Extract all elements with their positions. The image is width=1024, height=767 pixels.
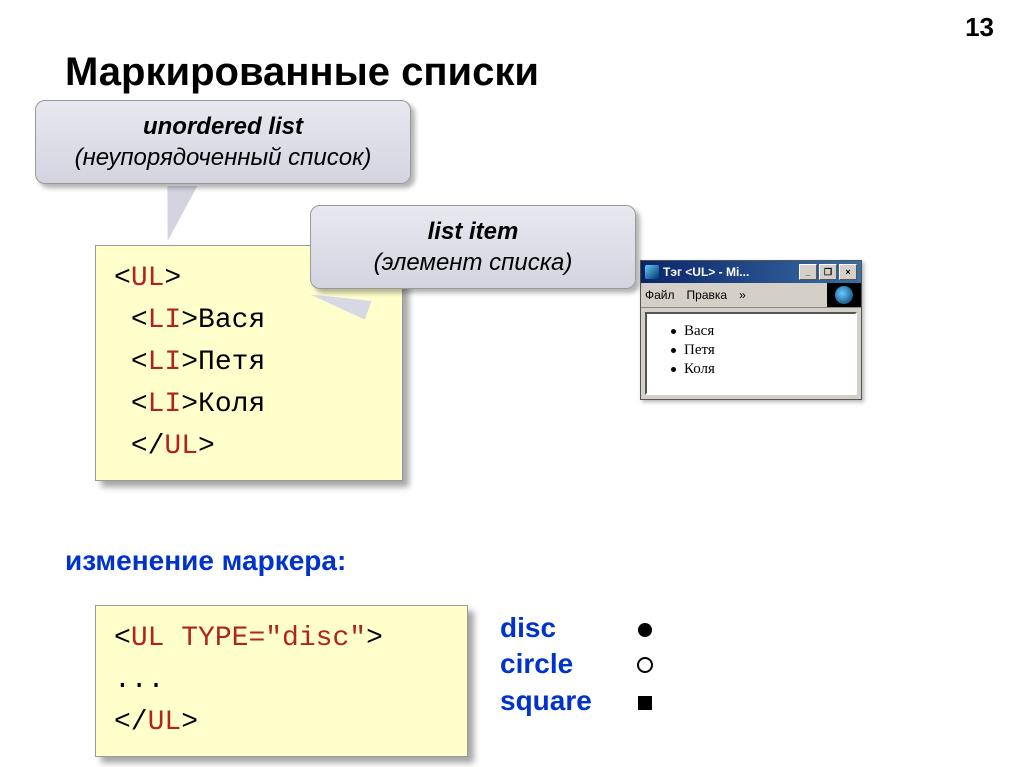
window-titlebar: Тэг <UL> - Mi... _ ❐ × [641,261,861,283]
marker-label: disc [500,610,630,646]
code-line: ... [114,660,449,702]
space [164,623,181,654]
tag-name: UL [148,707,182,738]
angle-bracket: < [114,623,131,654]
circle-icon [630,646,660,682]
angle-bracket: > [366,623,383,654]
callout-term: unordered list [58,111,388,142]
angle-bracket: > [181,305,198,336]
subheader: изменение маркера: [65,545,346,577]
menu-edit[interactable]: Правка [687,288,728,302]
angle-bracket: < [131,347,148,378]
angle-bracket: </ [114,707,148,738]
angle-bracket: < [114,263,131,294]
code-line: <UL TYPE="disc"> [114,618,449,660]
marker-row-circle: circle [500,646,660,682]
code-text: Коля [198,389,265,420]
callout-term: list item [333,216,613,247]
list-item-text: Вася [684,323,714,340]
tag-name: UL [164,431,198,462]
code-line: <LI>Коля [114,384,384,426]
square-icon [630,683,660,719]
browser-window: Тэг <UL> - Mi... _ ❐ × Файл Правка » Вас… [640,260,862,400]
callout-translation: (неупорядоченный список) [58,142,388,173]
marker-label: square [500,683,630,719]
code-line: </UL> [114,426,384,468]
bullet-icon [671,348,676,353]
code-line: </UL> [114,702,449,744]
angle-bracket: > [198,431,215,462]
callout-tail [153,186,198,241]
minimize-button[interactable]: _ [799,264,817,280]
angle-bracket: > [181,389,198,420]
code-sample-type: <UL TYPE="disc"> ... </UL> [95,605,468,757]
tag-name: LI [148,305,182,336]
marker-types: disc circle square [500,610,660,719]
callout-unordered-list: unordered list (неупорядоченный список) [35,100,411,184]
angle-bracket: > [181,347,198,378]
tag-name: LI [148,347,182,378]
window-menubar: Файл Правка » [641,283,861,308]
menu-more[interactable]: » [739,288,746,302]
angle-bracket: < [131,305,148,336]
code-text: Вася [198,305,265,336]
disc-icon [630,610,660,646]
menu-file[interactable]: Файл [645,288,675,302]
marker-label: circle [500,646,630,682]
angle-bracket: < [131,389,148,420]
window-title: Тэг <UL> - Mi... [663,265,749,279]
tag-attribute: TYPE="disc" [181,623,366,654]
marker-row-disc: disc [500,610,660,646]
callout-list-item: list item (элемент списка) [310,205,636,289]
list-item: Вася [655,322,851,341]
callout-translation: (элемент списка) [333,247,613,278]
window-content: Вася Петя Коля [645,312,857,395]
maximize-button[interactable]: ❐ [819,264,837,280]
code-text: Петя [198,347,265,378]
bullet-icon [671,329,676,334]
list-item: Коля [655,360,851,379]
list-item-text: Петя [684,342,715,359]
page-title: Маркированные списки [65,50,539,95]
tag-name: LI [148,389,182,420]
page-number: 13 [965,12,994,43]
close-button[interactable]: × [839,264,857,280]
list-item-text: Коля [684,361,715,378]
list-item: Петя [655,341,851,360]
code-line: <LI>Петя [114,342,384,384]
angle-bracket: > [181,707,198,738]
tag-name: UL [131,623,165,654]
angle-bracket: > [164,263,181,294]
angle-bracket: </ [131,431,165,462]
tag-name: UL [131,263,165,294]
bullet-icon [671,367,676,372]
ie-logo [827,283,861,307]
marker-row-square: square [500,683,660,719]
ie-icon [645,265,659,279]
